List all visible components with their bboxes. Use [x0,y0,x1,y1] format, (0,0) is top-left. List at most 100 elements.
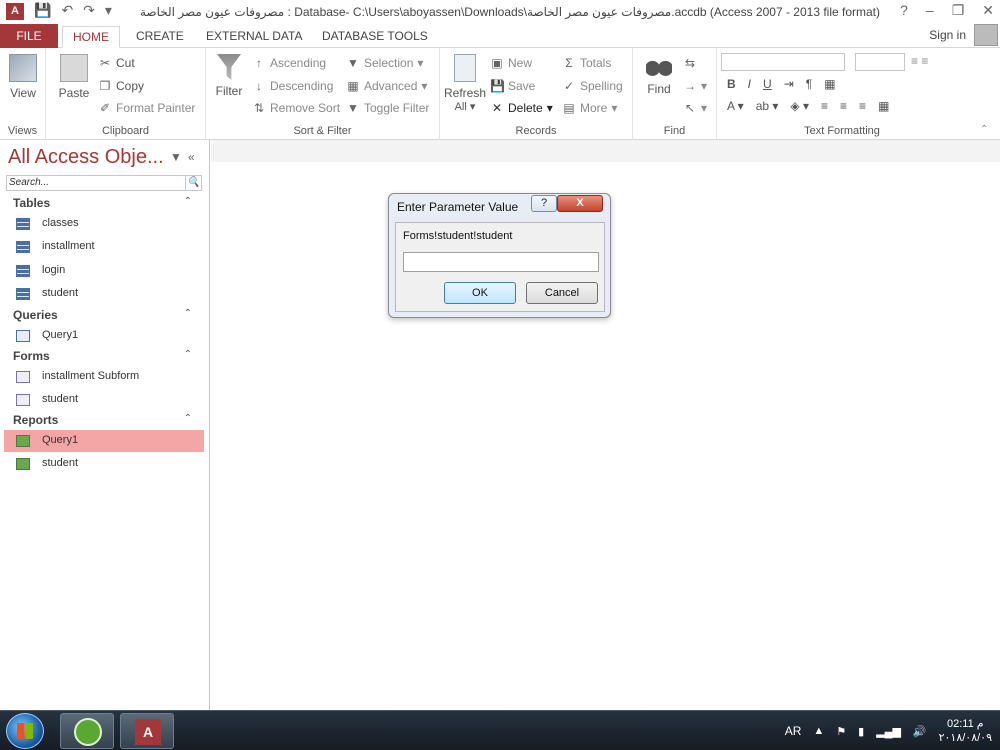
parameter-value-input[interactable] [403,252,599,272]
clock[interactable]: 02:11 م ٢٠١٨/٠٨/٠٩ [939,717,992,745]
power-icon[interactable]: ▮ [858,725,864,738]
nav-item-table-installment[interactable]: installment [4,236,204,258]
nav-section-queries[interactable]: Queries ⌃ [0,306,204,326]
toggle-filter-button[interactable]: ▼ Toggle Filter [346,101,429,115]
nav-item-report-query1[interactable]: Query1 [4,430,204,452]
action-center-flag-icon[interactable]: ⚑ [836,725,846,738]
start-button[interactable] [6,713,44,749]
dialog-help-button[interactable]: ? [531,195,557,212]
tab-external-data[interactable]: EXTERNAL DATA [196,26,312,48]
indent-icon[interactable]: ⇥ [784,77,794,91]
sort-filter-group: Filter ↑ Ascending ↓ Descending ⇅ Remove So… [206,48,440,140]
bullets-icon[interactable]: ≡ ≡ [911,54,928,68]
shutter-bar-close-icon[interactable]: « [188,150,195,164]
language-indicator[interactable]: AR [785,724,802,738]
refresh-all-button[interactable]: Refresh All ▾ [444,54,486,113]
chevron-down-icon: ▾ [421,79,428,93]
customize-qat-icon[interactable]: ▾ [105,2,112,19]
taskbar-app-green[interactable] [60,713,114,749]
paragraph-direction-icon[interactable]: ¶ [806,77,812,91]
nav-section-reports[interactable]: Reports ⌃ [0,411,204,431]
gridlines-icon[interactable]: ▦ [824,77,835,91]
workspace-tab-strip [211,140,1000,162]
select-button[interactable]: ↖ ▾ [683,101,707,115]
tab-home[interactable]: HOME [62,26,120,48]
save-record-button[interactable]: 💾 Save [490,79,535,93]
alternate-row-color-icon[interactable]: ▦ [878,99,889,113]
nav-item-report-student[interactable]: student [4,453,204,475]
totals-button[interactable]: Σ Totals [562,56,611,70]
font-color-icon[interactable]: A ▾ [727,99,744,113]
save-icon[interactable]: 💾 [34,2,51,19]
remove-sort-button[interactable]: ⇅ Remove Sort [252,101,340,115]
taskbar-app-access[interactable]: A [120,713,174,749]
underline-button[interactable]: U [763,77,772,91]
clock-time: 02:11 م [947,718,984,730]
sign-in-link[interactable]: Sign in [929,28,966,42]
system-tray: AR ▲ ⚑ ▮ ▂▄▆ 🔊 02:11 م ٢٠١٨/٠٨/٠٩ [785,711,992,750]
find-button[interactable]: Find [639,54,679,96]
chevron-up-icon: ⌃ [183,349,192,360]
help-icon[interactable]: ? [900,2,908,19]
show-hidden-icons-icon[interactable]: ▲ [813,725,824,737]
nav-item-form-installment-subform[interactable]: installment Subform [4,366,204,388]
paste-button[interactable]: Paste [54,54,94,100]
volume-icon[interactable]: 🔊 [913,725,927,738]
replace-button[interactable]: ⇆ [683,56,697,70]
taskbar: A AR ▲ ⚑ ▮ ▂▄▆ 🔊 02:11 م ٢٠١٨/٠٨/٠٩ [0,710,1000,750]
search-icon[interactable]: 🔍 [185,176,201,190]
tab-database-tools[interactable]: DATABASE TOOLS [312,26,438,48]
italic-button[interactable]: I [748,77,751,91]
selection-button[interactable]: ▼ Selection ▾ [346,56,423,70]
filter-button[interactable]: Filter [212,54,246,98]
cut-button[interactable]: ✂ Cut [98,56,135,70]
nav-item-query-query1[interactable]: Query1 [4,325,204,347]
align-left-icon[interactable]: ≡ [821,99,828,113]
new-record-button[interactable]: ▣ New [490,56,532,70]
close-icon[interactable]: ✕ [982,2,994,19]
nav-title[interactable]: All Access Obje... [8,146,164,169]
align-right-icon[interactable]: ≡ [859,99,866,113]
dialog-close-button[interactable]: X [557,195,603,212]
bold-button[interactable]: B [727,77,736,91]
highlight-icon[interactable]: ab ▾ [756,99,779,113]
fill-color-icon[interactable]: ◈ ▾ [790,99,809,113]
nav-section-tables[interactable]: Tables ⌃ [0,194,204,214]
undo-icon[interactable]: ↶ [61,2,73,19]
nav-item-form-student[interactable]: student [4,389,204,411]
font-size-dropdown[interactable] [855,53,905,71]
cancel-button[interactable]: Cancel [526,282,598,304]
nav-item-table-student[interactable]: student [4,283,204,305]
format-painter-button[interactable]: ✐ Format Painter [98,101,195,115]
signal-icon[interactable]: ▂▄▆ [876,725,901,738]
spelling-button[interactable]: ✓ Spelling [562,79,623,93]
tab-file[interactable]: FILE [0,24,58,48]
access-app-icon[interactable]: A [6,3,24,20]
font-name-dropdown[interactable] [721,53,845,71]
sort-descending-icon: ↓ [256,79,262,93]
minimize-icon[interactable]: – [926,2,934,19]
nav-item-table-login[interactable]: login [4,260,204,282]
copy-button[interactable]: ❐ Copy [98,79,144,93]
ok-button[interactable]: OK [444,282,516,304]
parameter-prompt: Forms!student!student [403,230,513,242]
enter-parameter-dialog: Enter Parameter Value ? X Forms!student!… [388,193,611,318]
ascending-button[interactable]: ↑ Ascending [252,56,326,70]
descending-button[interactable]: ↓ Descending [252,79,333,93]
delete-record-button[interactable]: ✕ Delete ▾ [490,101,553,115]
avatar[interactable] [974,24,998,46]
more-button[interactable]: ▤ More ▾ [562,101,617,115]
nav-menu-icon[interactable]: ▼ [170,150,182,164]
advanced-button[interactable]: ▦ Advanced ▾ [346,79,427,93]
align-center-icon[interactable]: ≡ [840,99,847,113]
search-input[interactable]: Search... 🔍 [6,175,202,191]
redo-icon[interactable]: ↷ [83,2,95,19]
query-icon [16,330,30,342]
nav-item-table-classes[interactable]: classes [4,213,204,235]
restore-icon[interactable]: ❐ [952,2,965,19]
go-to-button[interactable]: → ▾ [683,79,707,93]
collapse-ribbon-icon[interactable]: ⌃ [980,124,988,135]
nav-section-forms[interactable]: Forms ⌃ [0,347,204,367]
view-button[interactable]: View [4,54,42,100]
tab-create[interactable]: CREATE [126,26,194,48]
